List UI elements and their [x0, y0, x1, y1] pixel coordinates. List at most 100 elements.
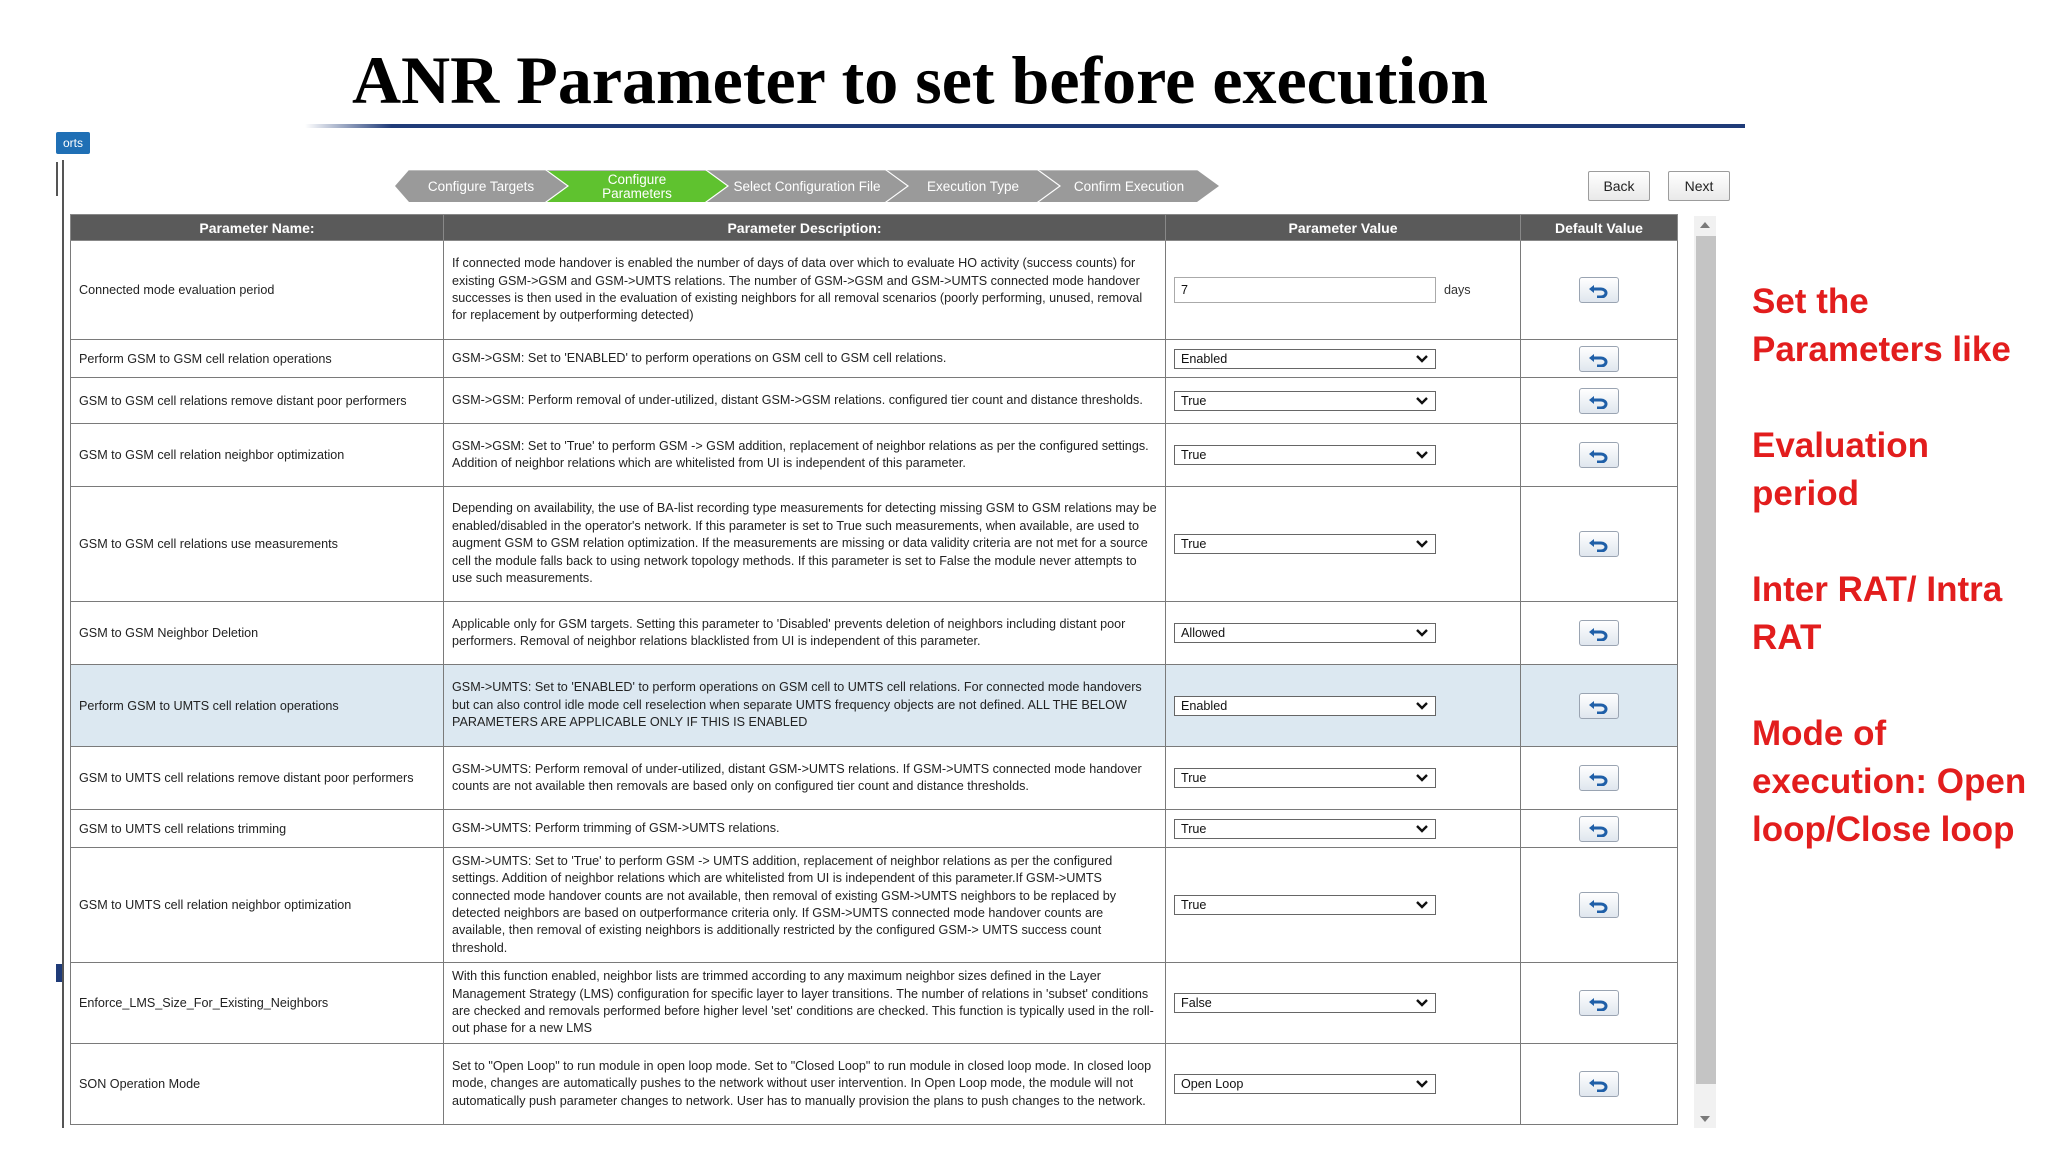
wizard-step-label: Confirm Execution — [1073, 178, 1185, 194]
undo-arrow-icon — [1589, 900, 1608, 913]
table-row: GSM to GSM cell relations remove distant… — [70, 377, 1678, 424]
slide-title: ANR Parameter to set before execution — [351, 42, 1489, 118]
table-row: SON Operation Mode Set to "Open Loop" to… — [70, 1043, 1678, 1125]
parameter-description: Applicable only for GSM targets. Setting… — [443, 601, 1166, 665]
selected-value: True — [1181, 771, 1207, 785]
chevron-down-icon — [1416, 629, 1428, 637]
chevron-down-icon — [1416, 701, 1428, 710]
undo-arrow-icon — [1589, 628, 1608, 641]
chevron-down-icon — [1416, 540, 1428, 548]
parameter-value-select[interactable]: Enabled — [1174, 348, 1436, 369]
table-row-highlighted: Perform GSM to UMTS cell relation operat… — [70, 664, 1678, 747]
undo-arrow-icon — [1589, 998, 1608, 1011]
selected-value: Open Loop — [1181, 1077, 1244, 1091]
table-row: GSM to UMTS cell relation neighbor optim… — [70, 847, 1678, 963]
undo-arrow-icon — [1589, 1079, 1608, 1092]
undo-arrow-icon — [1589, 700, 1608, 714]
title-underline — [305, 124, 1745, 128]
annotation-rat: Inter RAT/ Intra RAT — [1752, 570, 2003, 657]
parameter-name: GSM to GSM Neighbor Deletion — [70, 601, 444, 665]
parameter-description: GSM->UMTS: Set to 'True' to perform GSM … — [443, 847, 1166, 963]
table-row: GSM to UMTS cell relations trimming GSM-… — [70, 809, 1678, 848]
parameter-name: GSM to GSM cell relations remove distant… — [70, 377, 444, 424]
wizard-step-select-configuration-file[interactable]: Select Configuration File — [707, 170, 907, 202]
selected-value: True — [1181, 448, 1207, 462]
parameter-value-select[interactable]: False — [1174, 993, 1436, 1013]
parameter-value-select[interactable]: Open Loop — [1174, 1074, 1436, 1094]
annotation-set-parameters: Set the Parameters like — [1752, 282, 2011, 369]
column-header-default: Default Value — [1520, 214, 1678, 241]
table-row: GSM to UMTS cell relations remove distan… — [70, 746, 1678, 810]
table-row: Enforce_LMS_Size_For_Existing_Neighbors … — [70, 962, 1678, 1044]
undo-arrow-icon — [1589, 395, 1608, 409]
reset-default-button[interactable] — [1579, 345, 1619, 372]
parameter-name: SON Operation Mode — [70, 1043, 444, 1125]
parameter-value-select[interactable]: True — [1174, 818, 1436, 839]
reset-default-button[interactable] — [1579, 815, 1619, 842]
parameter-value-select[interactable]: True — [1174, 534, 1436, 554]
wizard-step-confirm-execution[interactable]: Confirm Execution — [1039, 170, 1219, 202]
parameter-value-select[interactable]: True — [1174, 768, 1436, 788]
annotation-notes: Set the Parameters like Evaluation perio… — [1752, 278, 2042, 902]
chevron-down-icon — [1416, 824, 1428, 833]
evaluation-period-input[interactable] — [1174, 277, 1436, 303]
parameter-name: GSM to GSM cell relations use measuremen… — [70, 486, 444, 602]
annotation-evaluation-period: Evaluation period — [1752, 426, 1929, 513]
wizard-step-configure-parameters[interactable]: Configure Parameters — [547, 170, 727, 202]
parameter-name: GSM to UMTS cell relations trimming — [70, 809, 444, 848]
reset-default-button[interactable] — [1579, 387, 1619, 414]
annotation-mode-of-execution: Mode of execution: Open loop/Close loop — [1752, 714, 2027, 849]
selected-value: True — [1181, 537, 1207, 551]
wizard-step-execution-type[interactable]: Execution Type — [887, 170, 1059, 202]
chevron-down-icon — [1416, 451, 1428, 459]
parameter-name: GSM to UMTS cell relation neighbor optim… — [70, 847, 444, 963]
parameter-value-select[interactable]: True — [1174, 445, 1436, 465]
chevron-down-icon — [1416, 999, 1428, 1007]
parameter-value-select[interactable]: True — [1174, 390, 1436, 411]
parameter-value-select[interactable]: Allowed — [1174, 623, 1436, 643]
scroll-down-arrow-icon[interactable] — [1694, 1110, 1716, 1128]
wizard-step-label: Execution Type — [926, 178, 1020, 194]
parameter-value-select[interactable]: True — [1174, 895, 1436, 915]
table-row: Connected mode evaluation period If conn… — [70, 240, 1678, 340]
wizard-step-label: Select Configuration File — [733, 178, 881, 194]
parameter-description: GSM->GSM: Set to 'True' to perform GSM -… — [443, 423, 1166, 487]
parameter-description: GSM->UMTS: Perform removal of under-util… — [443, 746, 1166, 810]
selected-value: Allowed — [1181, 626, 1226, 640]
back-button[interactable]: Back — [1588, 171, 1650, 201]
parameter-name: Perform GSM to GSM cell relation operati… — [70, 339, 444, 378]
next-button[interactable]: Next — [1668, 171, 1730, 201]
side-tab[interactable]: orts — [56, 132, 90, 154]
parameter-description: Depending on availability, the use of BA… — [443, 486, 1166, 602]
column-header-value: Parameter Value — [1165, 214, 1521, 241]
reset-default-button[interactable] — [1579, 1071, 1619, 1097]
parameter-name: Enforce_LMS_Size_For_Existing_Neighbors — [70, 962, 444, 1044]
reset-default-button[interactable] — [1579, 531, 1619, 557]
reset-default-button[interactable] — [1579, 692, 1619, 719]
reset-default-button[interactable] — [1579, 277, 1619, 303]
parameter-value-select[interactable]: Enabled — [1174, 695, 1436, 716]
parameter-name: GSM to GSM cell relation neighbor optimi… — [70, 423, 444, 487]
parameter-description: Set to "Open Loop" to run module in open… — [443, 1043, 1166, 1125]
table-row: GSM to GSM cell relations use measuremen… — [70, 486, 1678, 602]
chevron-down-icon — [1416, 354, 1428, 363]
wizard-steps: Configure Targets Configure Parameters S… — [395, 170, 1235, 202]
column-header-name: Parameter Name: — [70, 214, 444, 241]
reset-default-button[interactable] — [1579, 990, 1619, 1016]
reset-default-button[interactable] — [1579, 442, 1619, 468]
reset-default-button[interactable] — [1579, 620, 1619, 646]
frame-left-border — [62, 160, 64, 1128]
column-header-description: Parameter Description: — [443, 214, 1166, 241]
table-row: GSM to GSM Neighbor Deletion Applicable … — [70, 601, 1678, 665]
parameter-description: GSM->GSM: Perform removal of under-utili… — [443, 377, 1166, 424]
reset-default-button[interactable] — [1579, 765, 1619, 791]
wizard-step-configure-targets[interactable]: Configure Targets — [395, 170, 567, 202]
selected-value: True — [1181, 898, 1207, 912]
parameter-description: GSM->GSM: Set to 'ENABLED' to perform op… — [443, 339, 1166, 378]
scroll-up-arrow-icon[interactable] — [1694, 216, 1716, 234]
chevron-down-icon — [1416, 901, 1428, 909]
chevron-down-icon — [1416, 1080, 1428, 1088]
reset-default-button[interactable] — [1579, 892, 1619, 918]
scrollbar-thumb[interactable] — [1696, 236, 1716, 1084]
unit-label: days — [1444, 283, 1471, 297]
